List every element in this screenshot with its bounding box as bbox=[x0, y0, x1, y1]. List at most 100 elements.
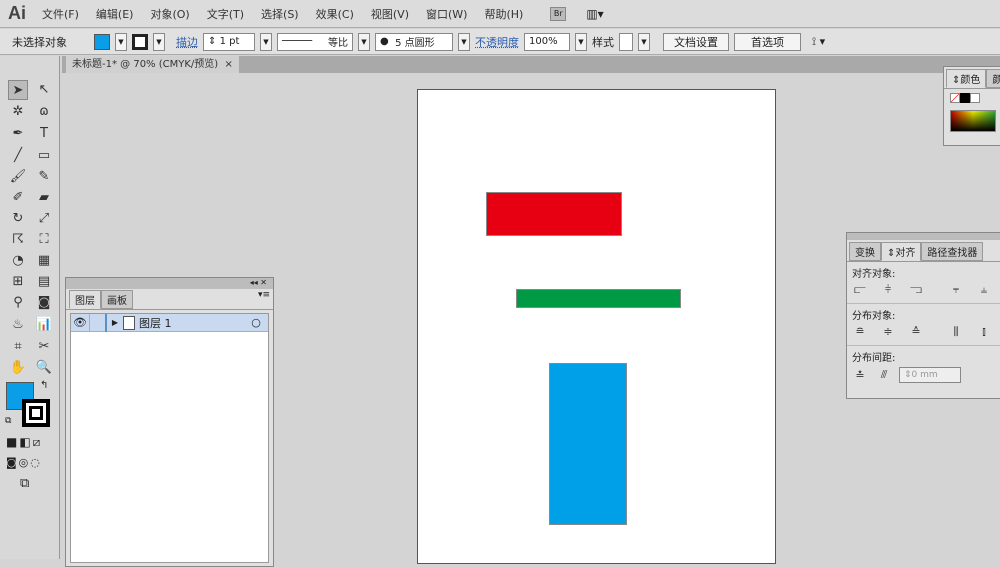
gradient-icon[interactable]: ▤ bbox=[34, 272, 54, 292]
preferences-button[interactable]: 首选项 bbox=[734, 32, 801, 51]
horizontal-spacing-icon[interactable]: ⫻ bbox=[875, 368, 893, 382]
column-graph-icon[interactable]: 📊 bbox=[34, 315, 54, 335]
workspace-switcher-icon[interactable]: ▥▾ bbox=[586, 7, 603, 21]
none-black-white-swatches[interactable] bbox=[950, 93, 996, 106]
blend-icon[interactable]: ◙ bbox=[34, 293, 54, 313]
menu-bar: Ai 文件(F) 编辑(E) 对象(O) 文字(T) 选择(S) 效果(C) 视… bbox=[0, 0, 1000, 28]
direct-selection-icon[interactable]: ↖ bbox=[34, 80, 54, 100]
distribute-vcenter-icon[interactable]: ≑ bbox=[879, 325, 897, 338]
tab-pathfinder[interactable]: 路径查找器 bbox=[921, 242, 984, 261]
warp-icon[interactable]: ☈ bbox=[8, 230, 28, 250]
selection-tool-icon[interactable]: ➤ bbox=[8, 80, 28, 100]
tab-color[interactable]: ⇕颜色 bbox=[946, 69, 987, 88]
align-vcenter-icon[interactable]: ⫨ bbox=[975, 283, 993, 297]
lasso-icon[interactable]: ɷ bbox=[34, 102, 54, 122]
tab-transform[interactable]: 变换 bbox=[849, 242, 881, 261]
slice-icon[interactable]: ✂ bbox=[34, 337, 54, 357]
spacing-input[interactable]: ⇕ 0 mm bbox=[899, 367, 961, 383]
document-tab[interactable]: 未标题-1* @ 70% (CMYK/预览) × bbox=[66, 56, 239, 73]
stroke-weight-input[interactable]: ⇕ 1 pt bbox=[203, 32, 255, 51]
color-spectrum[interactable] bbox=[950, 110, 996, 132]
align-top-icon[interactable]: ⫧ bbox=[947, 283, 965, 297]
layer-row[interactable]: 👁 ▶ 图层 1 ○ bbox=[71, 313, 268, 332]
rectangle-icon[interactable]: ▭ bbox=[34, 146, 54, 166]
menu-effect[interactable]: 效果(C) bbox=[316, 6, 354, 22]
red-rectangle[interactable] bbox=[486, 192, 622, 236]
screen-mode-icon[interactable]: ⧉ bbox=[20, 476, 29, 491]
brush-dropdown[interactable]: ▼ bbox=[458, 32, 470, 51]
panel-header-controls[interactable]: ◂◂ ✕ bbox=[66, 278, 273, 289]
pen-icon[interactable]: ✒ bbox=[8, 124, 28, 144]
distribute-left-icon[interactable]: ⫼ bbox=[947, 325, 965, 339]
fill-dropdown[interactable]: ▼ bbox=[115, 32, 127, 51]
shape-builder-icon[interactable]: ◔ bbox=[8, 251, 28, 271]
blob-brush-icon[interactable]: ✐ bbox=[8, 188, 28, 208]
selection-status: 未选择对象 bbox=[12, 35, 67, 49]
target-icon[interactable]: ○ bbox=[244, 316, 268, 329]
swap-colors-icon[interactable]: ↰ bbox=[40, 380, 48, 391]
bridge-button[interactable]: Br bbox=[550, 6, 567, 21]
close-tab-icon[interactable]: × bbox=[225, 59, 233, 70]
opacity-dropdown[interactable]: ▼ bbox=[575, 32, 587, 51]
green-rectangle[interactable] bbox=[516, 289, 681, 308]
stroke-label[interactable]: 描边 bbox=[176, 34, 198, 50]
stroke-dropdown[interactable]: ▼ bbox=[153, 32, 165, 51]
fill-swatch[interactable] bbox=[94, 33, 110, 50]
panel-menu-icon[interactable]: ▾≡ bbox=[258, 290, 270, 300]
hand-icon[interactable]: ✋ bbox=[8, 358, 28, 378]
rotate-icon[interactable]: ↻ bbox=[8, 209, 28, 229]
align-hcenter-icon[interactable]: ⫩ bbox=[879, 283, 897, 297]
type-icon[interactable]: T bbox=[34, 124, 54, 144]
mesh-icon[interactable]: ⊞ bbox=[8, 272, 28, 292]
free-transform-icon[interactable]: ⛶ bbox=[34, 230, 54, 250]
style-swatch[interactable] bbox=[619, 32, 633, 51]
distribute-top-icon[interactable]: ≘ bbox=[851, 325, 869, 338]
stroke-weight-dropdown[interactable]: ▼ bbox=[260, 32, 272, 51]
align-right-icon[interactable]: ⫎ bbox=[907, 283, 925, 297]
opacity-label[interactable]: 不透明度 bbox=[475, 34, 519, 50]
menu-window[interactable]: 窗口(W) bbox=[426, 6, 467, 22]
variable-width-profile[interactable]: ───── 等比 bbox=[277, 32, 353, 51]
opacity-input[interactable]: 100% bbox=[524, 32, 570, 51]
scale-icon[interactable]: ⤢ bbox=[34, 209, 54, 229]
stroke-color-swatch[interactable] bbox=[22, 399, 50, 427]
stroke-swatch[interactable] bbox=[132, 33, 148, 50]
tab-artboards[interactable]: 画板 bbox=[101, 290, 133, 309]
color-mode-icons[interactable]: ■◧⧄ bbox=[6, 435, 42, 450]
tab-align[interactable]: ⇕对齐 bbox=[881, 242, 922, 261]
menu-type[interactable]: 文字(T) bbox=[207, 6, 244, 22]
perspective-grid-icon[interactable]: ▦ bbox=[34, 251, 54, 271]
layer-name[interactable]: 图层 1 bbox=[139, 315, 244, 331]
style-dropdown[interactable]: ▼ bbox=[638, 32, 650, 51]
menu-select[interactable]: 选择(S) bbox=[261, 6, 299, 22]
draw-mode-icons[interactable]: ◙◎◌ bbox=[6, 456, 42, 469]
menu-file[interactable]: 文件(F) bbox=[42, 6, 79, 22]
symbol-sprayer-icon[interactable]: ♨ bbox=[8, 315, 28, 335]
paintbrush-icon[interactable]: 🖌 bbox=[8, 167, 28, 187]
menu-object[interactable]: 对象(O) bbox=[150, 6, 189, 22]
artboard-icon[interactable]: ⌗ bbox=[8, 337, 28, 357]
line-icon[interactable]: ╱ bbox=[8, 146, 28, 166]
tab-color-guide[interactable]: 颜 bbox=[986, 69, 1000, 88]
menu-help[interactable]: 帮助(H) bbox=[484, 6, 523, 22]
distribute-bottom-icon[interactable]: ≙ bbox=[907, 325, 925, 338]
expand-arrow-icon[interactable]: ▶ bbox=[107, 318, 123, 327]
eraser-icon[interactable]: ▰ bbox=[34, 188, 54, 208]
align-left-icon[interactable]: ⫍ bbox=[851, 283, 869, 297]
blue-rectangle[interactable] bbox=[549, 363, 627, 525]
brush-definition[interactable]: ● 5 点圆形 bbox=[375, 32, 453, 51]
zoom-icon[interactable]: 🔍 bbox=[34, 358, 54, 378]
visibility-eye-icon[interactable]: 👁 bbox=[71, 316, 89, 329]
default-colors-icon[interactable]: ⧉ bbox=[5, 416, 11, 426]
vertical-spacing-icon[interactable]: ≛ bbox=[851, 369, 869, 382]
profile-dropdown[interactable]: ▼ bbox=[358, 32, 370, 51]
magic-wand-icon[interactable]: ✲ bbox=[8, 102, 28, 122]
isolate-icon[interactable]: ⟟ ▾ bbox=[812, 35, 825, 49]
eyedropper-icon[interactable]: ⚲ bbox=[8, 293, 28, 313]
menu-view[interactable]: 视图(V) bbox=[371, 6, 409, 22]
distribute-hcenter-icon[interactable]: ⫾ bbox=[975, 325, 993, 339]
tab-layers[interactable]: 图层 bbox=[69, 290, 101, 309]
pencil-icon[interactable]: ✎ bbox=[34, 167, 54, 187]
menu-edit[interactable]: 编辑(E) bbox=[96, 6, 134, 22]
document-setup-button[interactable]: 文档设置 bbox=[663, 32, 729, 51]
